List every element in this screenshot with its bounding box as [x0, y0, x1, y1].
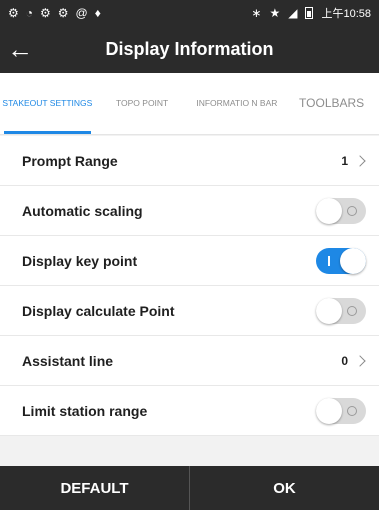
clock: 上午10:58: [321, 7, 371, 20]
star-icon: ★: [269, 5, 281, 20]
toggle-knob: [316, 297, 342, 324]
toggle-knob: [316, 197, 342, 224]
ok-button[interactable]: OK: [189, 466, 379, 510]
setting-label: Display key point: [22, 252, 138, 269]
setting-label: Limit station range: [22, 402, 148, 419]
default-button[interactable]: DEFAULT: [0, 466, 189, 510]
tab-stakeout-settings[interactable]: STAKEOUT SETTINGS: [0, 73, 95, 134]
bluetooth-icon: ∗: [251, 5, 262, 20]
setting-assistant-line[interactable]: Assistant line 0: [0, 336, 379, 386]
status-bar: ⚙ ◔ ⚙ ⚙ @ ♦ ∗ ★ ◢ 上午10:58: [0, 0, 379, 25]
setting-label: Prompt Range: [22, 152, 118, 169]
sync-icon: ⚙: [57, 5, 69, 20]
setting-label: Display calculate Point: [22, 302, 175, 319]
notification-icon: ⚙: [8, 5, 19, 20]
automatic-scaling-toggle[interactable]: [316, 197, 366, 224]
page-title: Display Information: [105, 38, 274, 59]
setting-display-calculate-point: Display calculate Point: [0, 286, 379, 336]
wifi-icon: ◔: [25, 5, 34, 20]
display-calculate-point-toggle[interactable]: [316, 297, 366, 324]
title-bar: ← Display Information: [0, 25, 379, 73]
settings-icon: @: [75, 5, 88, 20]
tab-bar: STAKEOUT SETTINGS TOPO POINT INFORMATIO …: [0, 73, 379, 135]
setting-value: 0: [341, 353, 348, 368]
setting-label: Assistant line: [22, 352, 114, 369]
setting-automatic-scaling: Automatic scaling: [0, 186, 379, 236]
battery-icon: [305, 6, 314, 19]
toggle-knob: [316, 397, 342, 424]
toggle-knob: [340, 247, 366, 274]
tab-toolbars[interactable]: TOOLBARS: [284, 73, 379, 134]
signal-icon: ◢: [288, 5, 298, 20]
setting-label: Automatic scaling: [22, 202, 143, 219]
setting-limit-station-range: Limit station range: [0, 386, 379, 436]
limit-station-range-toggle[interactable]: [316, 397, 366, 424]
display-key-point-toggle[interactable]: [316, 247, 366, 274]
setting-prompt-range[interactable]: Prompt Range 1: [0, 136, 379, 186]
settings-list: Prompt Range 1 Automatic scaling Display…: [0, 136, 379, 436]
chevron-right-icon: [354, 354, 366, 367]
tab-topo-point[interactable]: TOPO POINT: [95, 73, 190, 134]
bottom-action-bar: DEFAULT OK: [0, 466, 379, 510]
sync-icon: ⚙: [40, 5, 51, 20]
tab-information-bar[interactable]: INFORMATIO N BAR: [190, 73, 285, 134]
setting-display-key-point: Display key point: [0, 236, 379, 286]
location-icon: ♦: [94, 5, 101, 20]
back-arrow-icon[interactable]: ←: [0, 25, 40, 73]
chevron-right-icon: [354, 154, 366, 167]
setting-value: 1: [341, 153, 348, 168]
